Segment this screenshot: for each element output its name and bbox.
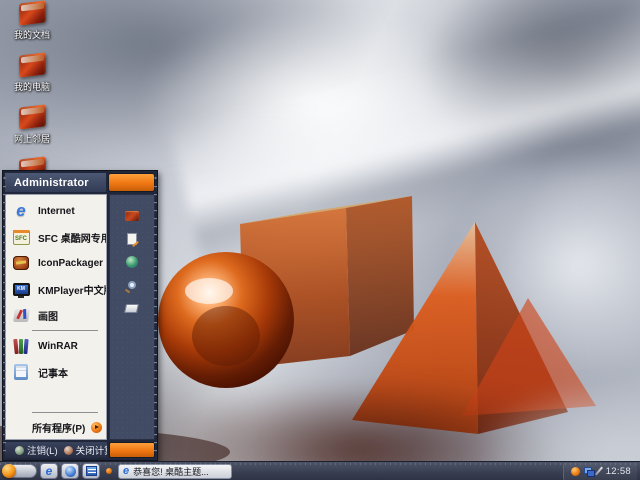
winrar-icon	[11, 336, 31, 356]
start-menu-footer: 注销(L) 关闭计算机	[5, 442, 107, 458]
network-status-icon[interactable]	[583, 466, 595, 477]
all-programs-button[interactable]: 所有程序(P)	[6, 415, 106, 439]
network-places-icon	[18, 104, 46, 130]
right-column-header-bar	[108, 173, 155, 192]
task-button-zhuoku-theme[interactable]: e 恭喜您! 桌酷主题...	[118, 463, 232, 479]
menu-item-paint[interactable]: 画图	[6, 302, 106, 328]
desktop-icon-my-computer[interactable]: 我的电脑	[6, 52, 58, 93]
menu-item-notepad[interactable]: 记事本	[6, 359, 106, 385]
search-icon[interactable]	[124, 278, 139, 292]
documents-folder-icon[interactable]	[124, 209, 139, 223]
start-menu-user-banner: Administrator	[5, 173, 106, 192]
start-orb-icon	[2, 464, 16, 478]
input-pen-icon[interactable]	[594, 466, 603, 476]
system-tray: 12:58	[562, 462, 637, 480]
desktop-icon-label: 网上邻居	[13, 134, 50, 144]
taskbar: e e 恭喜您! 桌酷主题... 12:58	[0, 461, 640, 480]
log-off-button[interactable]: 注销(L)	[15, 443, 58, 457]
menu-item-sfc[interactable]: SFC SFC 桌酷网专用版	[6, 224, 106, 250]
start-menu-right-column	[108, 194, 155, 440]
my-documents-icon	[18, 0, 46, 26]
desktop-icon-network-places[interactable]: 网上邻居	[6, 104, 58, 145]
desktop-icon-label: 我的文档	[13, 30, 50, 40]
menu-separator	[32, 412, 98, 413]
globe-icon	[64, 465, 76, 477]
shut-down-button[interactable]: 关闭计算机	[63, 443, 107, 457]
menu-frame-rivets	[154, 175, 157, 456]
network-globe-icon[interactable]	[124, 255, 139, 269]
right-column-footer-bar	[108, 442, 155, 458]
taskbar-grip-icon[interactable]	[106, 468, 112, 474]
menu-item-kmplayer[interactable]: KM KMPlayer中文版	[6, 276, 106, 302]
internet-explorer-icon: e	[16, 201, 26, 220]
start-menu-program-list: e Internet SFC SFC 桌酷网专用版 IconPackager K…	[5, 194, 107, 440]
taskbar-clock[interactable]: 12:58	[606, 466, 631, 477]
recent-documents-icon[interactable]	[124, 232, 139, 246]
task-button-label: 恭喜您! 桌酷主题...	[133, 466, 209, 477]
quick-launch-internet-explorer[interactable]: e	[40, 463, 58, 479]
run-folder-icon[interactable]	[124, 301, 140, 315]
sfc-app-icon: SFC	[11, 227, 31, 247]
my-computer-icon	[18, 52, 46, 78]
menu-item-internet[interactable]: e Internet	[6, 198, 106, 224]
shut-down-icon	[63, 445, 73, 455]
paint-icon	[11, 305, 31, 325]
iconpackager-icon	[11, 253, 31, 273]
window-icon	[85, 466, 97, 476]
menu-empty-space	[6, 385, 106, 410]
desktop-icon-list: 我的文档 我的电脑 网上邻居	[6, 0, 58, 193]
all-programs-arrow-icon	[91, 421, 103, 433]
orange-ball-tray-icon[interactable]	[570, 466, 580, 476]
quick-launch-globe[interactable]	[61, 463, 79, 479]
quick-launch-window[interactable]	[82, 463, 100, 479]
internet-explorer-icon: e	[123, 464, 130, 477]
internet-explorer-icon: e	[45, 464, 53, 478]
menu-separator	[32, 330, 98, 331]
user-name: Administrator	[14, 176, 89, 189]
start-button[interactable]	[2, 464, 37, 478]
log-off-icon	[15, 445, 24, 455]
notepad-icon	[11, 362, 31, 382]
desktop-icon-label: 我的电脑	[13, 82, 50, 92]
menu-item-winrar[interactable]: WinRAR	[6, 333, 106, 359]
menu-frame-rivets	[3, 175, 6, 456]
start-menu: Administrator e Internet SFC SFC 桌酷网专用版 …	[2, 170, 158, 461]
menu-item-iconpackager[interactable]: IconPackager	[6, 250, 106, 276]
desktop: 我的文档 我的电脑 网上邻居 Administrator e Internet …	[0, 0, 640, 480]
desktop-icon-my-documents[interactable]: 我的文档	[6, 0, 58, 41]
kmplayer-icon: KM	[11, 279, 31, 299]
